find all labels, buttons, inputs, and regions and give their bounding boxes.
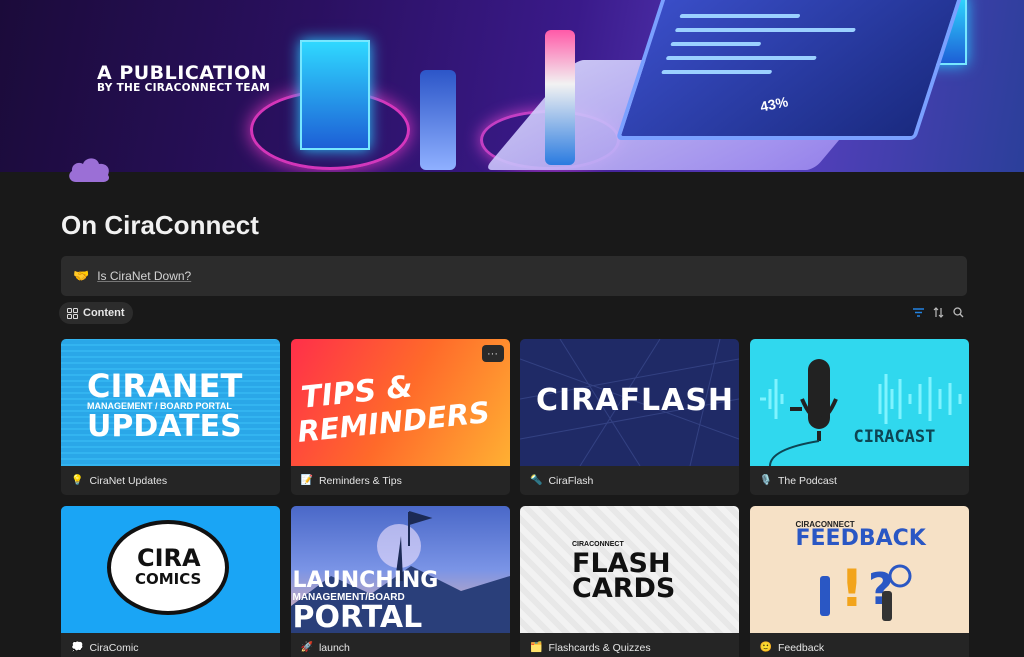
card-title-text: Flashcards & Quizzes <box>548 641 651 654</box>
svg-text:!: ! <box>840 559 864 619</box>
card-title: 🗂️ Flashcards & Quizzes <box>520 633 739 657</box>
sort-icon[interactable] <box>932 306 944 318</box>
card-title: 💭 CiraComic <box>61 633 280 657</box>
gallery-card-flashcards[interactable]: CIRACONNECT FLASH CARDS 🗂️ Flashcards & … <box>520 506 739 657</box>
card-cover: CIRANET MANAGEMENT / BOARD PORTAL UPDATE… <box>61 339 280 466</box>
card-index-icon: 🗂️ <box>530 642 543 653</box>
microphone-icon: 🎙️ <box>759 475 772 486</box>
card-title: 📝 Reminders & Tips <box>291 466 510 495</box>
cover-text: CIRANET <box>87 367 243 405</box>
card-title: 💡 CiraNet Updates <box>61 466 280 495</box>
cover-text: CIRACAST <box>853 427 936 447</box>
person-illustration <box>545 30 575 165</box>
search-icon[interactable] <box>952 306 964 318</box>
gallery-card-launch[interactable]: LAUNCHING MANAGEMENT/BOARD PORTAL 🚀 laun… <box>290 506 510 657</box>
gallery-icon <box>67 307 78 319</box>
cover-text: UPDATES <box>87 409 242 444</box>
gallery-card-ciraflash[interactable]: CIRAFLASH 🔦 CiraFlash <box>520 339 739 495</box>
gallery-card-ciracomic[interactable]: CIRA COMICS 💭 CiraComic <box>61 506 280 657</box>
gallery-card-ciranet-updates[interactable]: CIRANET MANAGEMENT / BOARD PORTAL UPDATE… <box>61 339 280 495</box>
card-cover: ! ? CIRACONNECT FEEDBACK <box>749 506 969 633</box>
cover-banner: A PUBLICATION BY THE CIRACONNECT TEAM 43… <box>0 0 1024 172</box>
card-title-text: CiraFlash <box>548 474 594 487</box>
card-title-text: CiraComic <box>89 641 139 654</box>
page-title[interactable]: On CiraConnect <box>61 210 259 241</box>
gallery-card-reminders-tips[interactable]: TIPS & REMINDERS ··· 📝 Reminders & Tips <box>290 339 510 495</box>
card-title-text: Feedback <box>777 641 825 654</box>
flashlight-icon: 🔦 <box>530 475 543 486</box>
lightbulb-icon: 💡 <box>71 475 84 486</box>
thought-bubble-icon: 💭 <box>71 642 84 653</box>
person-illustration <box>420 70 456 170</box>
cloud-icon[interactable] <box>66 154 112 184</box>
card-title-text: launch <box>318 641 350 654</box>
gallery-card-feedback[interactable]: ! ? CIRACONNECT FEEDBACK 🙂 Feedback <box>749 506 969 657</box>
server-stack-illustration <box>300 40 370 150</box>
card-title: 🔦 CiraFlash <box>520 466 739 495</box>
view-toolbar <box>912 306 964 318</box>
rocket-icon: 🚀 <box>300 642 313 653</box>
cover-text: LAUNCHING <box>292 568 439 593</box>
card-cover: LAUNCHING MANAGEMENT/BOARD PORTAL <box>290 506 510 633</box>
card-cover: CIRACAST <box>749 339 969 466</box>
card-title: 🎙️ The Podcast <box>750 466 969 495</box>
memo-icon: 📝 <box>300 475 313 486</box>
cover-text: CIRACONNECT <box>572 541 624 548</box>
cover-text: CARDS <box>572 573 676 604</box>
filter-icon[interactable] <box>912 306 924 318</box>
view-tab-label: Content <box>83 307 125 319</box>
cover-text: COMICS <box>135 570 202 588</box>
callout-link[interactable]: Is CiraNet Down? <box>97 269 191 283</box>
card-cover: CIRAFLASH <box>520 339 739 466</box>
card-cover: TIPS & REMINDERS ··· <box>290 339 510 466</box>
more-options-button[interactable]: ··· <box>481 345 504 362</box>
banner-subtitle: BY THE CIRACONNECT TEAM <box>97 82 271 94</box>
gallery-card-podcast[interactable]: CIRACAST 🎙️ The Podcast <box>749 339 969 495</box>
gallery-grid: CIRANET MANAGEMENT / BOARD PORTAL UPDATE… <box>61 339 969 657</box>
cover-text: FEEDBACK <box>795 526 926 551</box>
card-cover: CIRA COMICS <box>61 506 280 633</box>
cover-text: PORTAL <box>292 600 423 633</box>
view-tab-content[interactable]: Content <box>59 302 133 324</box>
cover-text: CIRA <box>137 544 201 572</box>
card-title-text: The Podcast <box>777 474 837 487</box>
laptop-illustration <box>615 0 965 140</box>
card-title-text: CiraNet Updates <box>89 474 168 487</box>
banner-title: A PUBLICATION <box>97 62 268 84</box>
card-title: 🙂 Feedback <box>750 633 969 657</box>
card-title-text: Reminders & Tips <box>318 474 402 487</box>
card-title: 🚀 launch <box>291 633 510 657</box>
smiley-icon: 🙂 <box>759 642 772 653</box>
card-cover: CIRACONNECT FLASH CARDS <box>520 506 739 633</box>
handshake-icon: 🤝 <box>73 268 90 283</box>
cover-text: CIRAFLASH <box>536 383 735 418</box>
callout-block[interactable]: 🤝 Is CiraNet Down? <box>61 256 967 296</box>
